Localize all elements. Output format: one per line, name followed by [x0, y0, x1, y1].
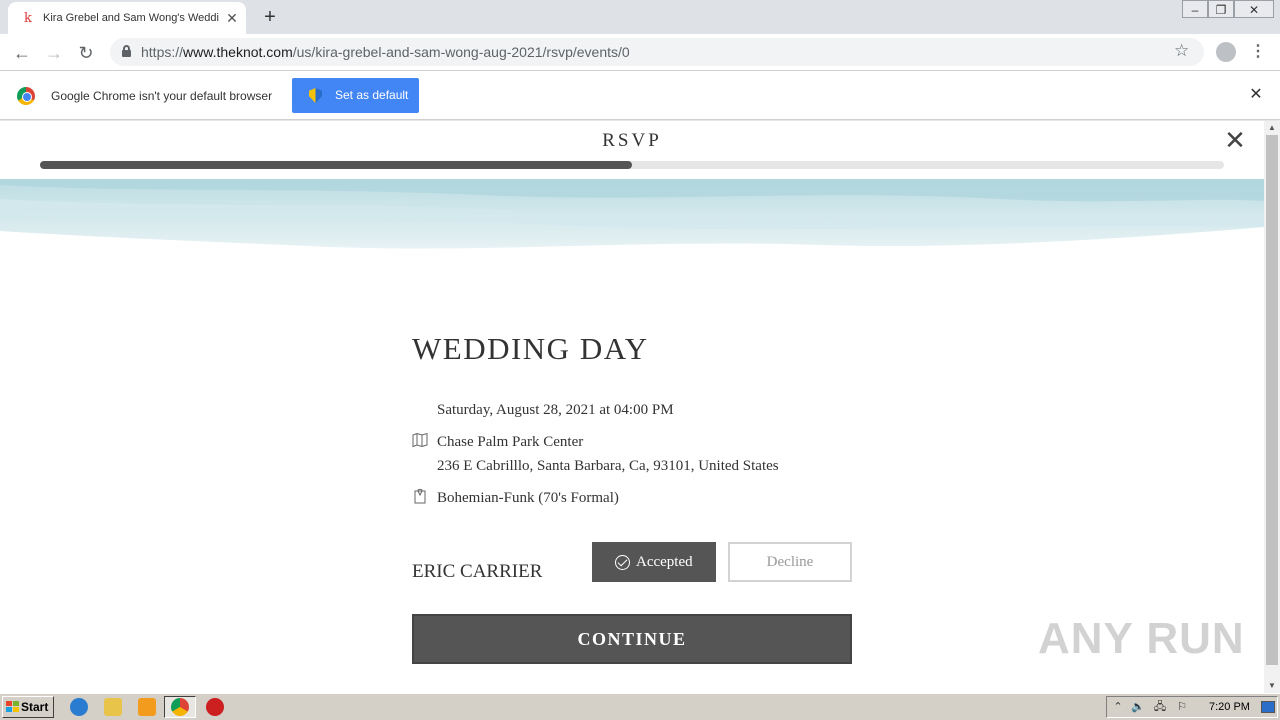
accepted-label: Accepted	[636, 554, 693, 570]
tab-title: Kira Grebel and Sam Wong's Wedding	[43, 12, 219, 24]
decline-button[interactable]: Decline	[728, 542, 852, 582]
continue-button[interactable]: CONTINUE	[412, 614, 852, 664]
browser-tab[interactable]: k Kira Grebel and Sam Wong's Wedding ✕	[8, 2, 246, 34]
start-label: Start	[21, 700, 49, 714]
guest-name: ERIC CARRIER	[412, 561, 543, 582]
anyrun-watermark: ANY RUN	[1038, 614, 1245, 663]
accepted-button[interactable]: Accepted	[592, 542, 716, 582]
stop-icon[interactable]	[206, 698, 224, 716]
watercolor-banner	[0, 179, 1264, 249]
explorer-folder-icon[interactable]	[104, 698, 122, 716]
garment-bag-icon	[414, 488, 426, 504]
scroll-thumb[interactable]	[1266, 135, 1278, 665]
menu-kebab-icon[interactable]: ⋮	[1250, 40, 1266, 64]
event-datetime: Saturday, August 28, 2021 at 04:00 PM	[437, 402, 674, 418]
page-scrollbar[interactable]: ▲ ▼	[1264, 121, 1280, 693]
set-as-default-button[interactable]: Set as default	[292, 78, 419, 113]
chrome-logo-icon	[17, 87, 35, 105]
rsvp-progress-fill	[40, 161, 632, 169]
new-tab-button[interactable]: +	[258, 5, 282, 29]
page-content: RSVP ✕ WEDDING DAY Saturday, August 28, …	[0, 121, 1264, 693]
set-as-default-label: Set as default	[335, 88, 409, 102]
venue-name: Chase Palm Park Center	[437, 434, 584, 450]
minimize-icon[interactable]: ‒	[1182, 0, 1208, 18]
media-player-icon[interactable]	[138, 698, 156, 716]
restore-icon[interactable]: ❐	[1208, 0, 1234, 18]
check-circle-icon	[615, 555, 630, 570]
forward-icon[interactable]: →	[42, 41, 66, 65]
theknot-favicon-icon: k	[24, 11, 32, 26]
start-button[interactable]: Start	[2, 696, 54, 718]
network-icon[interactable]: 🖧	[1153, 700, 1167, 714]
tab-close-icon[interactable]: ✕	[224, 10, 240, 26]
browser-toolbar: ← → ↻ https://www.theknot.com/us/kira-gr…	[0, 34, 1280, 71]
address-bar[interactable]: https://www.theknot.com/us/kira-grebel-a…	[110, 38, 1204, 66]
tray-expand-icon[interactable]: ⌃	[1111, 700, 1125, 714]
shield-icon	[309, 88, 322, 103]
show-desktop-icon[interactable]	[1261, 701, 1275, 713]
reload-icon[interactable]: ↻	[74, 41, 98, 65]
default-browser-infobar: Google Chrome isn't your default browser…	[0, 71, 1280, 120]
lock-icon	[122, 45, 131, 57]
volume-icon[interactable]: 🔈	[1131, 700, 1145, 714]
infobar-close-icon[interactable]: ✕	[1248, 86, 1264, 104]
profile-avatar-icon[interactable]	[1216, 42, 1236, 62]
back-icon[interactable]: ←	[10, 41, 34, 65]
chrome-taskbar-button[interactable]	[164, 696, 196, 718]
window-close-icon[interactable]: ✕	[1234, 0, 1274, 18]
bookmark-star-icon[interactable]: ☆	[1174, 41, 1189, 61]
tab-strip: k Kira Grebel and Sam Wong's Wedding ✕ +…	[0, 0, 1280, 34]
url-text: https://www.theknot.com/us/kira-grebel-a…	[141, 44, 630, 60]
venue-address: 236 E Cabrilllo, Santa Barbara, Ca, 9310…	[437, 458, 779, 474]
event-title: WEDDING DAY	[412, 331, 649, 366]
windows-logo-icon	[6, 701, 19, 713]
windows-taskbar: Start ⌃ 🔈 🖧 ⚐ 7:20 PM	[0, 693, 1280, 720]
chrome-taskbar-icon	[171, 698, 189, 716]
infobar-message: Google Chrome isn't your default browser	[51, 89, 273, 103]
scroll-up-icon[interactable]: ▲	[1264, 121, 1280, 135]
modal-close-icon[interactable]: ✕	[1224, 127, 1246, 153]
scroll-down-icon[interactable]: ▼	[1264, 679, 1280, 693]
action-center-flag-icon[interactable]: ⚐	[1175, 700, 1189, 714]
clock[interactable]: 7:20 PM	[1209, 700, 1250, 714]
rsvp-title: RSVP	[602, 130, 662, 151]
map-icon	[412, 432, 428, 448]
rsvp-progress-bar	[40, 161, 1224, 169]
ie-icon[interactable]	[70, 698, 88, 716]
attire: Bohemian-Funk (70's Formal)	[437, 490, 619, 506]
system-tray: ⌃ 🔈 🖧 ⚐ 7:20 PM	[1106, 696, 1278, 718]
